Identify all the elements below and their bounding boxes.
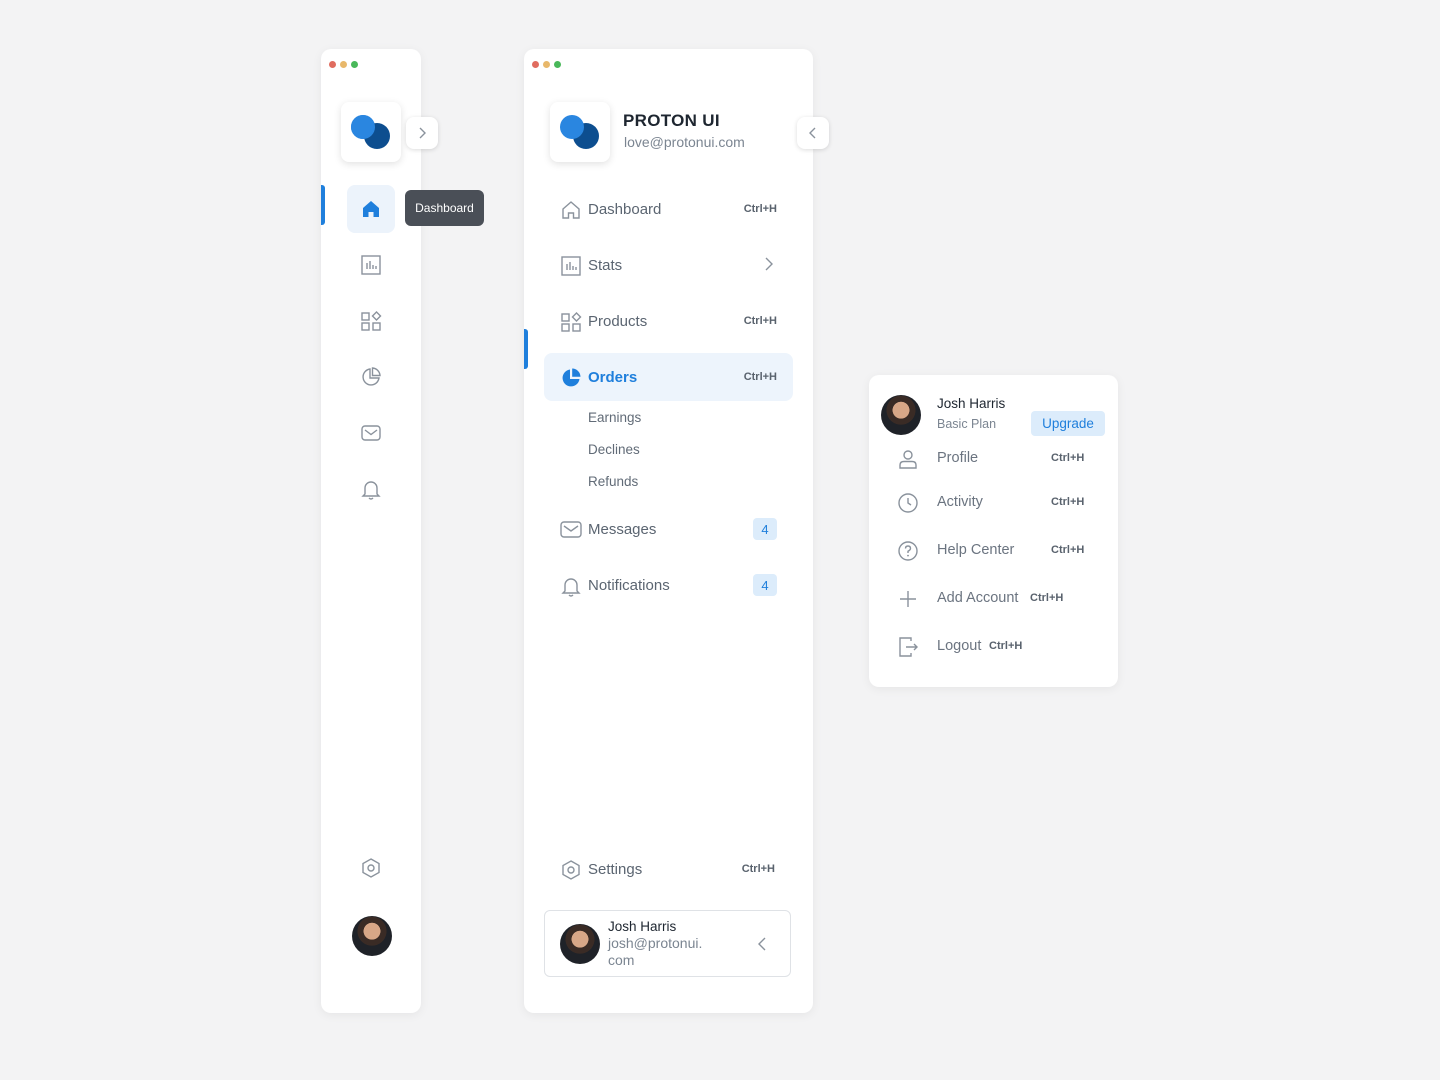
products-icon	[361, 311, 382, 331]
plus-icon	[900, 591, 916, 607]
products-icon	[561, 312, 582, 332]
menu-label: Activity	[937, 494, 983, 510]
nav-label: Settings	[588, 860, 643, 878]
minimize-window-button[interactable]	[340, 61, 347, 68]
menu-label: Help Center	[937, 542, 1015, 558]
notifications-icon	[561, 578, 581, 597]
close-window-button[interactable]	[329, 61, 336, 68]
nav-item-settings[interactable]: Settings Ctrl+H	[544, 845, 793, 893]
logo[interactable]	[341, 102, 401, 162]
settings-icon	[362, 858, 380, 878]
messages-icon	[361, 425, 381, 441]
count-badge: 4	[753, 574, 777, 596]
orders-icon	[562, 368, 581, 387]
orders-icon	[362, 367, 381, 386]
menu-shortcut: Ctrl+H	[1030, 592, 1064, 604]
menu-label: Logout	[937, 638, 982, 654]
chevron-right-icon	[419, 127, 426, 139]
nav-label: Dashboard	[588, 200, 662, 218]
menu-shortcut: Ctrl+H	[1051, 496, 1085, 508]
close-window-button[interactable]	[532, 61, 539, 68]
collapse-sidebar-button[interactable]	[797, 117, 829, 149]
nav-label: Messages	[588, 520, 657, 538]
nav-item-dashboard[interactable]: Dashboard Ctrl+H	[544, 185, 793, 233]
nav-label: Products	[588, 312, 648, 330]
avatar[interactable]	[352, 916, 392, 956]
avatar	[881, 395, 921, 435]
sub-item-declines[interactable]: Declines	[588, 442, 640, 457]
user-menu-popup: Josh Harris Basic Plan Upgrade Profile C…	[869, 375, 1118, 687]
clock-icon	[898, 493, 918, 513]
sub-item-earnings[interactable]: Earnings	[588, 410, 641, 425]
help-icon	[898, 541, 918, 561]
user-card[interactable]: Josh Harris josh@protonui. com	[544, 910, 791, 977]
minimize-window-button[interactable]	[543, 61, 550, 68]
menu-item-add-account[interactable]: Add Account Ctrl+H	[889, 579, 1099, 619]
chevron-right-icon	[765, 257, 773, 271]
menu-label: Add Account	[937, 590, 1019, 606]
logo[interactable]	[550, 102, 610, 162]
menu-shortcut: Ctrl+H	[1051, 452, 1085, 464]
menu-item-activity[interactable]: Activity Ctrl+H	[889, 483, 1099, 523]
brand-email: love@protonui.com	[624, 134, 745, 150]
sidebar-item-settings[interactable]	[347, 844, 395, 892]
nav-shortcut: Ctrl+H	[743, 203, 777, 215]
notifications-icon	[361, 481, 381, 500]
settings-icon	[562, 860, 580, 880]
sidebar-item-stats[interactable]	[347, 241, 395, 289]
maximize-window-button[interactable]	[351, 61, 358, 68]
window-controls	[532, 61, 561, 68]
sidebar-item-notifications[interactable]	[347, 465, 395, 513]
sub-item-refunds[interactable]: Refunds	[588, 474, 638, 489]
window-controls	[329, 61, 358, 68]
nav-item-orders[interactable]: Orders Ctrl+H	[544, 353, 793, 401]
user-plan: Basic Plan	[937, 417, 997, 431]
messages-icon	[560, 521, 582, 538]
nav-item-notifications[interactable]: Notifications 4	[544, 561, 793, 609]
expand-sidebar-button[interactable]	[406, 117, 438, 149]
logout-icon	[899, 637, 918, 657]
user-icon	[899, 450, 917, 469]
home-icon	[363, 201, 379, 217]
user-name: Josh Harris	[608, 919, 677, 934]
stats-icon	[361, 255, 381, 275]
nav-item-stats[interactable]: Stats	[544, 241, 793, 289]
menu-label: Profile	[937, 450, 979, 466]
sidebar-item-orders[interactable]	[347, 353, 395, 401]
logo-mark-icon	[351, 115, 390, 149]
sidebar-item-messages[interactable]	[347, 409, 395, 457]
nav-label: Notifications	[588, 576, 670, 594]
avatar	[560, 924, 600, 964]
menu-item-profile[interactable]: Profile Ctrl+H	[889, 439, 1099, 479]
nav-shortcut: Ctrl+H	[741, 863, 775, 875]
user-email: josh@protonui. com	[608, 935, 703, 968]
logo-mark-icon	[560, 115, 599, 149]
maximize-window-button[interactable]	[554, 61, 561, 68]
nav-label: Orders	[588, 368, 638, 386]
nav-shortcut: Ctrl+H	[743, 371, 777, 383]
chevron-left-icon[interactable]	[757, 937, 767, 951]
chevron-left-icon	[809, 127, 816, 139]
sidebar-item-dashboard[interactable]	[347, 185, 395, 233]
user-name: Josh Harris	[937, 396, 1006, 411]
home-icon	[562, 201, 580, 219]
nav-item-messages[interactable]: Messages 4	[544, 505, 793, 553]
expanded-sidebar: PROTON UI love@protonui.com Dashboard Ct…	[524, 49, 829, 1013]
menu-shortcut: Ctrl+H	[989, 640, 1023, 652]
nav-shortcut: Ctrl+H	[743, 315, 777, 327]
tooltip-dashboard: Dashboard	[405, 190, 484, 226]
nav-label: Stats	[588, 256, 623, 274]
active-indicator	[524, 329, 528, 369]
active-indicator	[321, 185, 325, 225]
sidebar-item-products[interactable]	[347, 297, 395, 345]
nav-item-products[interactable]: Products Ctrl+H	[544, 297, 793, 345]
menu-item-help-center[interactable]: Help Center Ctrl+H	[889, 531, 1099, 571]
menu-item-logout[interactable]: Logout Ctrl+H	[889, 627, 1099, 667]
stats-icon	[561, 256, 581, 276]
upgrade-button[interactable]: Upgrade	[1031, 411, 1105, 436]
menu-shortcut: Ctrl+H	[1051, 544, 1085, 556]
count-badge: 4	[753, 518, 777, 540]
brand-title: PROTON UI	[623, 111, 720, 130]
